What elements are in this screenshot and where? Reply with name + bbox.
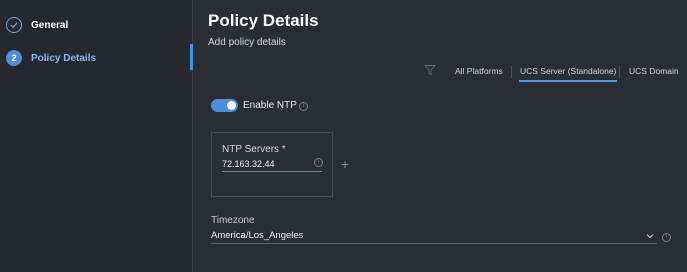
info-icon[interactable]: i — [299, 102, 308, 111]
ntp-servers-label: NTP Servers * — [222, 144, 286, 155]
step-general[interactable]: General — [6, 17, 68, 33]
tab-ucs-domain[interactable]: UCS Domain — [629, 66, 679, 76]
step-label: Policy Details — [31, 52, 97, 64]
main-content: Policy Details Add policy details All Pl… — [193, 0, 687, 272]
timezone-label: Timezone — [211, 215, 255, 226]
tab-divider — [619, 66, 620, 78]
timezone-select[interactable]: America/Los_Angeles — [211, 230, 657, 244]
check-icon — [6, 17, 22, 33]
enable-ntp-toggle[interactable] — [211, 99, 238, 112]
page-subtitle: Add policy details — [208, 37, 286, 48]
page-title: Policy Details — [208, 11, 319, 30]
chevron-down-icon[interactable] — [645, 231, 655, 241]
toggle-knob — [227, 101, 236, 110]
step-policy-details[interactable]: 2 Policy Details — [6, 50, 96, 66]
tab-all-platforms[interactable]: All Platforms — [455, 66, 503, 76]
tab-divider — [511, 66, 512, 78]
add-ntp-server-icon[interactable]: + — [341, 156, 349, 172]
ntp-servers-card: NTP Servers * 72.163.32.44 i — [211, 132, 333, 197]
enable-ntp-label: Enable NTP — [243, 100, 297, 111]
info-icon[interactable]: i — [662, 233, 671, 242]
ntp-server-input[interactable]: 72.163.32.44 — [222, 158, 322, 172]
step-label: General — [31, 19, 69, 31]
info-icon[interactable]: i — [314, 158, 323, 167]
filter-icon[interactable] — [424, 64, 436, 76]
wizard-sidebar: General 2 Policy Details — [0, 0, 193, 272]
tab-ucs-server-standalone[interactable]: UCS Server (Standalone) — [518, 66, 618, 82]
step-number-badge: 2 — [6, 50, 22, 66]
